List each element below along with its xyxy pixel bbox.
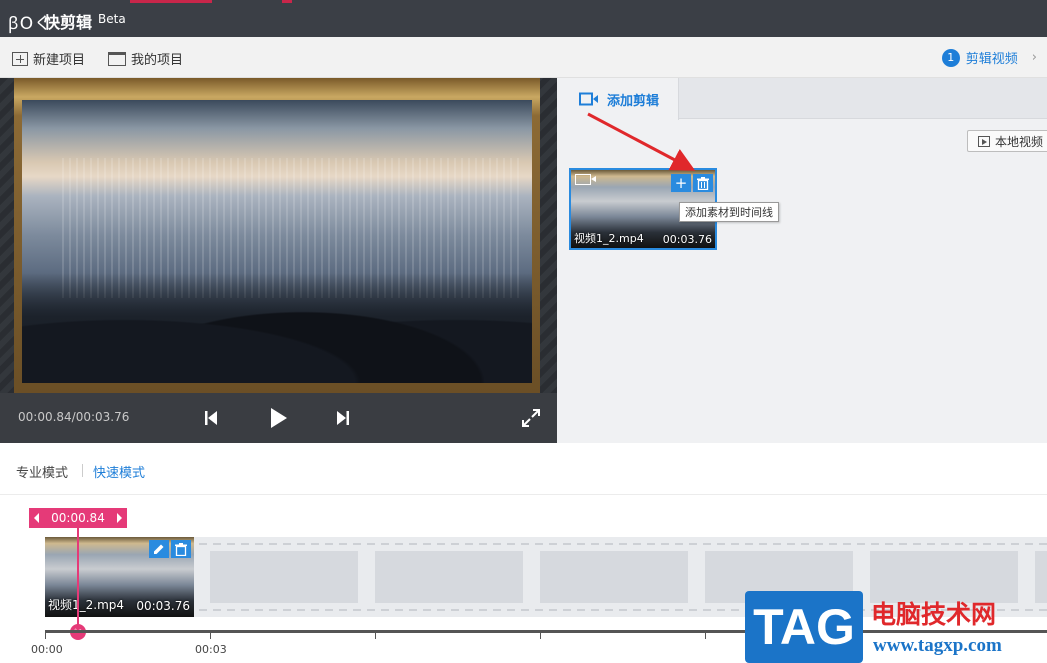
folder-icon	[108, 51, 126, 66]
step-label: 剪辑视频	[965, 52, 1018, 67]
new-project-label: 新建项目	[33, 53, 86, 68]
player-controls: 00:00.84/00:03.76	[0, 393, 557, 443]
fullscreen-icon	[522, 409, 540, 427]
trash-icon	[697, 176, 709, 190]
edit-clip-button[interactable]	[149, 540, 169, 558]
empty-slot[interactable]	[210, 551, 358, 603]
video-frame	[14, 78, 540, 393]
title-accent	[130, 0, 212, 3]
tab-add-clip-label: 添加剪辑	[607, 93, 660, 109]
my-projects-button[interactable]: 我的项目	[108, 49, 183, 68]
previous-frame-button[interactable]	[198, 405, 224, 431]
media-duration: 00:03.76	[662, 233, 712, 246]
my-projects-label: 我的项目	[131, 53, 184, 68]
playhead-time: 00:00.84	[51, 511, 105, 525]
next-frame-button[interactable]	[330, 405, 356, 431]
pro-mode-tab[interactable]: 专业模式	[16, 462, 68, 481]
play-icon	[271, 408, 287, 428]
ruler-label: 00:00	[31, 643, 63, 656]
plus-box-icon	[12, 51, 28, 66]
playhead-handle[interactable]: 00:00.84	[29, 508, 127, 528]
crowd-silhouette	[22, 273, 532, 383]
video-player: 00:00.84/00:03.76	[0, 78, 557, 443]
empty-slot[interactable]	[375, 551, 523, 603]
mode-divider	[82, 464, 83, 477]
video-camera-icon	[579, 92, 598, 106]
clip-name: 视频1_2.mp4	[48, 598, 125, 612]
clip-duration: 00:03.76	[136, 599, 190, 613]
video-preview[interactable]	[22, 100, 532, 383]
local-video-button[interactable]: 本地视频	[967, 130, 1047, 152]
title-bar: ꞵOく 快剪辑 Beta	[0, 0, 1047, 37]
ruler-tick	[45, 633, 46, 639]
empty-slot[interactable]	[540, 551, 688, 603]
caret-left-icon[interactable]	[34, 513, 39, 523]
caret-right-icon[interactable]	[117, 513, 122, 523]
track-dashes-top	[45, 543, 1047, 545]
ruler-tick	[375, 633, 376, 639]
step-number: 1	[941, 48, 960, 67]
skip-next-icon	[337, 411, 349, 425]
pencil-icon	[154, 544, 164, 554]
media-panel: 添加剪辑 本地视频 + 视频1_2.mp4 00:03.76 添加素材到时间线	[557, 78, 1047, 443]
play-box-icon	[978, 135, 990, 147]
watermark-site-name: 电脑技术网	[871, 600, 997, 629]
player-time: 00:00.84/00:03.76	[18, 410, 130, 424]
trash-icon	[175, 542, 187, 556]
ruler-tick	[210, 633, 211, 639]
media-name: 视频1_2.mp4	[574, 232, 644, 245]
new-project-button[interactable]: 新建项目	[12, 49, 85, 68]
skip-previous-icon	[205, 411, 217, 425]
ruler-tick	[540, 633, 541, 639]
quick-mode-tab[interactable]: 快速模式	[93, 462, 145, 481]
local-video-label: 本地视频	[995, 134, 1044, 149]
toolbar: 新建项目 我的项目 1 剪辑视频 ›	[0, 37, 1047, 78]
ruler-tick	[705, 633, 706, 639]
app-name: 快剪辑	[44, 13, 93, 32]
mode-bar: 专业模式 快速模式	[0, 443, 1047, 495]
chevron-right-icon: ›	[1031, 50, 1037, 65]
play-button[interactable]	[265, 405, 291, 431]
watermark-badge: TAG	[745, 591, 863, 663]
title-accent-small	[282, 0, 292, 3]
delete-clip-button[interactable]	[171, 540, 191, 558]
timeline-clip[interactable]: 视频1_2.mp4 00:03.76	[45, 537, 194, 617]
tooltip: 添加素材到时间线	[679, 202, 779, 222]
ruler-label: 00:03	[195, 643, 227, 656]
watermark: TAG 电脑技术网 www.tagxp.com	[745, 591, 1047, 663]
annotation-arrow-icon	[587, 112, 696, 171]
watermark-url: www.tagxp.com	[873, 635, 1002, 656]
fullscreen-button[interactable]	[518, 405, 544, 431]
app-edition: Beta	[98, 12, 126, 26]
step-indicator[interactable]: 1 剪辑视频 ›	[941, 48, 1037, 67]
playhead-line	[77, 528, 79, 628]
